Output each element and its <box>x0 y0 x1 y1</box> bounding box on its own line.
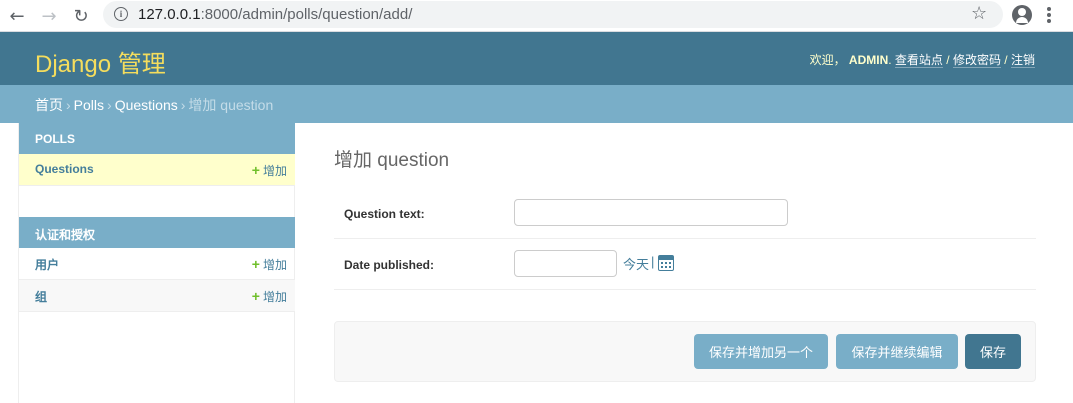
breadcrumb-arrow: › <box>66 97 71 113</box>
form-row-date-published: Date published: 今天 | <box>334 239 1036 290</box>
breadcrumb-current: 增加 question <box>188 97 274 113</box>
logout-link[interactable]: 注销 <box>1010 53 1035 68</box>
date-published-label: Date published: <box>344 258 435 272</box>
username: ADMIN <box>848 53 889 67</box>
back-arrow-icon[interactable]: ← <box>5 4 29 28</box>
star-icon[interactable]: ☆ <box>971 3 987 24</box>
url-path: :8000/admin/polls/question/add/ <box>200 6 413 23</box>
add-users-link[interactable]: + 增加 <box>252 256 287 273</box>
nav-sidebar: POLLS Questions + 增加 认证和授权 用户 + 增加 组 + 增加 <box>18 123 295 403</box>
add-label: 增加 <box>262 164 287 178</box>
welcome-text: 欢迎， <box>809 53 846 67</box>
save-and-continue-button[interactable]: 保存并继续编辑 <box>836 334 958 369</box>
module-polls: POLLS Questions + 增加 <box>19 123 295 186</box>
sidebar-item-groups[interactable]: 组 + 增加 <box>19 280 295 312</box>
account-icon[interactable] <box>1012 5 1032 25</box>
calendar-icon[interactable] <box>658 255 674 271</box>
url-host: 127.0.0.1 <box>138 6 201 23</box>
add-groups-link[interactable]: + 增加 <box>252 288 287 305</box>
address-bar[interactable]: i 127.0.0.1:8000/admin/polls/question/ad… <box>103 1 1003 28</box>
module-caption-auth[interactable]: 认证和授权 <box>19 217 295 248</box>
breadcrumb-home[interactable]: 首页 <box>35 97 63 113</box>
today-link[interactable]: 今天 <box>623 254 649 273</box>
question-text-input[interactable] <box>514 199 788 226</box>
user-tools: 欢迎， ADMIN. 查看站点 / 修改密码 / 注销 <box>809 53 1035 68</box>
save-button[interactable]: 保存 <box>965 334 1021 369</box>
menu-icon[interactable] <box>1047 7 1051 25</box>
view-site-link[interactable]: 查看站点 <box>894 53 943 68</box>
date-published-input[interactable] <box>514 250 617 277</box>
admin-header: Django 管理 欢迎， ADMIN. 查看站点 / 修改密码 / 注销 <box>0 32 1073 85</box>
info-icon[interactable]: i <box>114 7 128 21</box>
sidebar-item-label[interactable]: Questions <box>35 162 94 176</box>
change-password-link[interactable]: 修改密码 <box>952 53 1001 68</box>
breadcrumb-arrow: › <box>180 97 186 113</box>
url-text[interactable]: 127.0.0.1:8000/admin/polls/question/add/ <box>138 6 412 23</box>
add-label: 增加 <box>262 290 287 304</box>
add-label: 增加 <box>262 258 287 272</box>
breadcrumb: 首页 › Polls › Questions › 增加 question <box>0 85 1073 123</box>
form-row-question-text: Question text: <box>334 188 1036 239</box>
plus-icon: + <box>251 162 260 178</box>
save-and-add-another-button[interactable]: 保存并增加另一个 <box>694 334 828 369</box>
page-title: 增加 question <box>334 150 450 171</box>
site-branding[interactable]: Django 管理 <box>35 44 166 79</box>
submit-row: 保存并增加另一个 保存并继续编辑 保存 <box>334 321 1036 382</box>
question-text-label: Question text: <box>344 207 425 221</box>
browser-toolbar: ← → ↻ i 127.0.0.1:8000/admin/polls/quest… <box>0 0 1073 32</box>
module-auth: 认证和授权 用户 + 增加 组 + 增加 <box>19 217 295 312</box>
separator-2: / <box>1000 53 1011 67</box>
sidebar-item-label[interactable]: 组 <box>35 290 47 304</box>
reload-icon[interactable]: ↻ <box>69 4 93 28</box>
sidebar-item-label[interactable]: 用户 <box>35 258 59 272</box>
separator-1: / <box>942 53 953 67</box>
sidebar-item-questions[interactable]: Questions + 增加 <box>19 154 295 186</box>
plus-icon: + <box>251 288 260 304</box>
forward-arrow-icon[interactable]: → <box>37 4 61 28</box>
breadcrumb-arrow: › <box>107 97 112 113</box>
sidebar-item-users[interactable]: 用户 + 增加 <box>19 248 295 280</box>
plus-icon: + <box>251 256 260 272</box>
shortcut-separator: | <box>651 254 655 269</box>
module-caption-polls[interactable]: POLLS <box>19 123 295 154</box>
add-questions-link[interactable]: + 增加 <box>252 162 287 179</box>
breadcrumb-polls[interactable]: Polls <box>74 97 104 113</box>
breadcrumb-questions[interactable]: Questions <box>115 97 178 113</box>
